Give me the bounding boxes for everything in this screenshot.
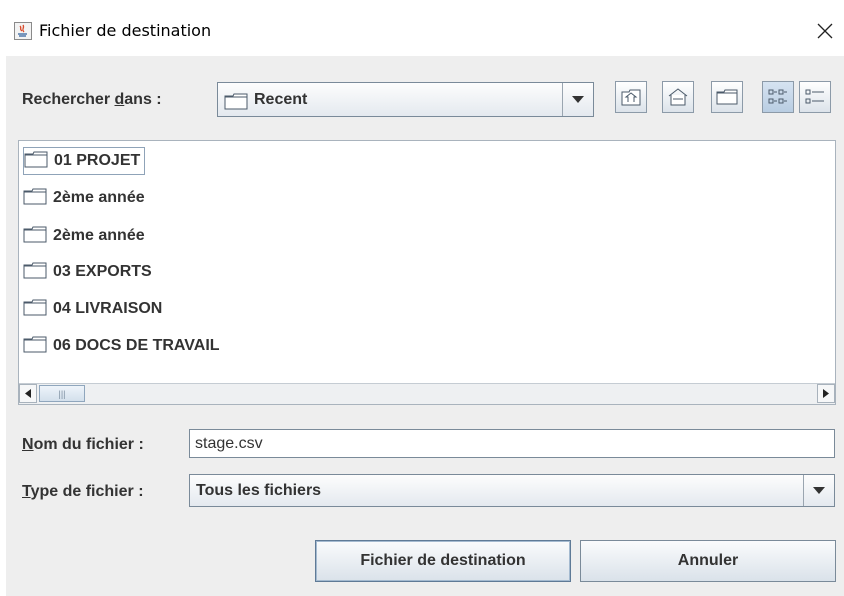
look-in-combo[interactable]: Recent [217, 82, 594, 117]
folder-icon [23, 187, 47, 210]
up-one-level-icon [621, 89, 641, 106]
list-item[interactable]: 01 PROJET [23, 147, 146, 175]
folder-icon [224, 92, 248, 115]
look-in-dropdown-button[interactable] [562, 83, 593, 116]
filetype-combo[interactable]: Tous les fichiers [189, 474, 835, 507]
filetype-dropdown-button[interactable] [803, 475, 834, 506]
save-button[interactable]: Fichier de destination [315, 540, 571, 582]
new-folder-button[interactable] [711, 81, 743, 113]
list-item[interactable]: 04 LIVRAISON [23, 296, 162, 322]
close-icon [817, 23, 833, 39]
folder-icon [23, 225, 47, 248]
cancel-button[interactable]: Annuler [580, 540, 836, 582]
arrow-left-icon [25, 389, 31, 398]
filename-label: Nom du fichier : [22, 436, 144, 453]
details-view-icon [805, 89, 824, 104]
chevron-down-icon [813, 486, 825, 494]
file-name: 06 DOCS DE TRAVAIL [53, 337, 220, 354]
home-icon [668, 88, 688, 106]
window-title: Fichier de destination [39, 21, 212, 40]
scrollbar-thumb[interactable]: ||| [39, 385, 85, 402]
close-button[interactable] [808, 14, 842, 48]
filetype-value: Tous les fichiers [196, 482, 322, 499]
list-item[interactable]: 2ème année [23, 223, 145, 249]
java-app-icon [14, 22, 32, 40]
file-name: 04 LIVRAISON [53, 300, 163, 317]
arrow-right-icon [823, 389, 829, 398]
folder-icon [24, 150, 48, 173]
details-view-button[interactable] [799, 81, 831, 113]
list-view-icon [768, 89, 787, 104]
title-bar: Fichier de destination [0, 0, 844, 56]
look-in-label: Rechercher dans : [22, 91, 162, 108]
list-view-button[interactable] [762, 81, 794, 113]
file-name: 01 PROJET [54, 152, 141, 169]
filetype-label: Type de fichier : [22, 483, 144, 500]
list-item[interactable]: 03 EXPORTS [23, 259, 152, 285]
folder-icon [23, 335, 47, 358]
up-one-level-button[interactable] [615, 81, 647, 113]
scroll-right-button[interactable] [817, 384, 835, 403]
file-name: 2ème année [53, 227, 145, 244]
look-in-value: Recent [254, 91, 308, 108]
list-item[interactable]: 06 DOCS DE TRAVAIL [23, 333, 220, 359]
list-item[interactable]: 2ème année [23, 185, 145, 211]
home-button[interactable] [662, 81, 694, 113]
folder-icon [23, 261, 47, 284]
file-name: 2ème année [53, 189, 145, 206]
folder-icon [23, 298, 47, 321]
scroll-left-button[interactable] [19, 384, 37, 403]
filename-input[interactable] [189, 429, 835, 458]
horizontal-scrollbar[interactable]: ||| [19, 383, 835, 404]
file-name: 03 EXPORTS [53, 263, 152, 280]
thumb-grip: ||| [58, 388, 66, 399]
file-list[interactable]: 01 PROJET 2ème année 2ème année 03 EXPOR… [18, 140, 836, 405]
new-folder-icon [716, 89, 738, 105]
chevron-down-icon [572, 95, 584, 103]
